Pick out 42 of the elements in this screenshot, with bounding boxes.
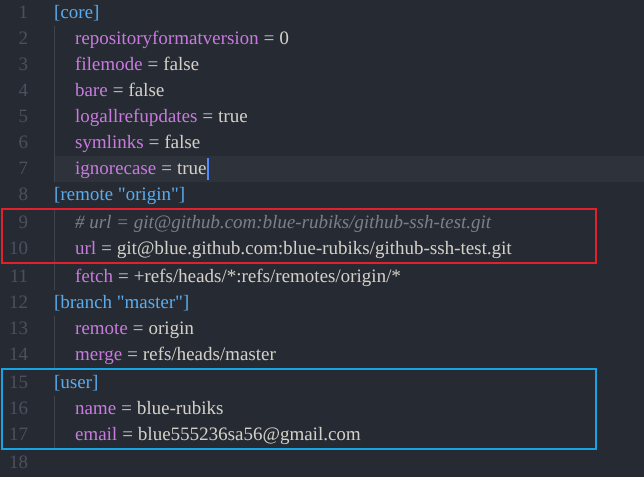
config-key: repositoryformatversion [75, 26, 259, 52]
equals-sign: = [161, 157, 172, 181]
config-value: blue555236sa56@gmail.com [138, 423, 361, 447]
equals-sign: = [122, 423, 133, 447]
config-key: ignorecase [75, 156, 156, 182]
equals-sign: = [127, 343, 138, 367]
config-key: symlinks [75, 130, 144, 156]
equals-sign: = [112, 79, 124, 103]
config-key: name [75, 396, 116, 422]
config-value: true [218, 105, 248, 129]
config-value: true [176, 157, 206, 181]
equals-sign: = [132, 317, 144, 341]
equals-sign: = [101, 237, 112, 261]
config-value: blue-rubiks [136, 397, 224, 421]
equals-sign: = [202, 105, 214, 129]
equals-sign: = [148, 131, 160, 155]
config-value: false [164, 131, 200, 155]
equals-sign: = [118, 265, 129, 289]
section-header: [branch "master"] [54, 291, 190, 315]
code-comment: # url = git@github.com:blue-rubiks/github-ssh-test.git [75, 211, 492, 235]
text-cursor [206, 158, 208, 180]
config-value: false [163, 53, 200, 77]
config-key: bare [75, 78, 108, 104]
section-header: [core] [54, 1, 100, 25]
config-value: git@blue.github.com:blue-rubiks/github-ssh-test.git [116, 237, 512, 261]
config-key: remote [75, 316, 128, 342]
config-key: merge [75, 342, 122, 368]
config-key: url [75, 236, 96, 262]
config-value: +refs/heads/*:refs/remotes/origin/* [134, 265, 401, 289]
config-key: filemode [75, 52, 143, 78]
section-header: [user] [54, 371, 98, 395]
equals-sign: = [121, 397, 132, 421]
equals-sign: = [148, 53, 158, 77]
config-value: 0 [279, 27, 289, 51]
section-header: [remote "origin"] [54, 183, 186, 207]
equals-sign: = [264, 27, 274, 51]
config-key: email [75, 422, 118, 448]
config-key: fetch [75, 264, 113, 290]
config-value: refs/heads/master [142, 343, 276, 367]
config-value: false [128, 79, 164, 103]
config-value: origin [148, 317, 194, 341]
config-key: logallrefupdates [75, 104, 198, 130]
